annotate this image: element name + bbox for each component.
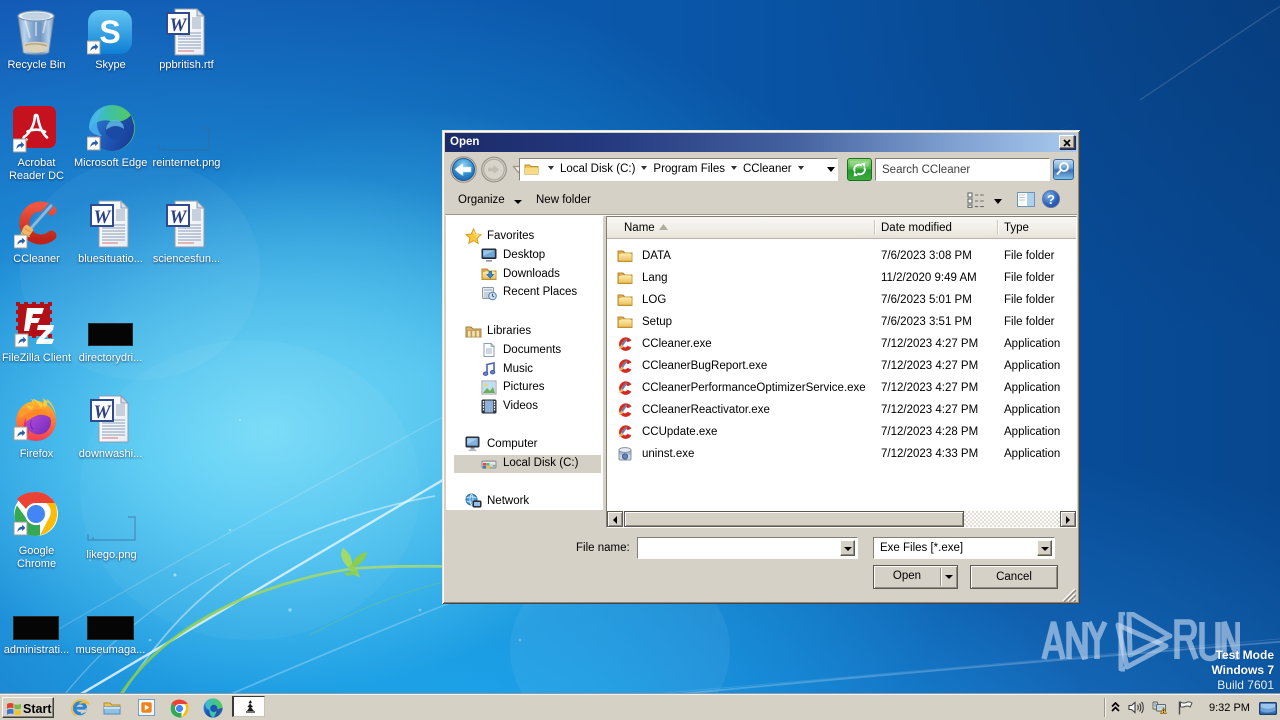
svg-text:S: S (99, 14, 120, 50)
